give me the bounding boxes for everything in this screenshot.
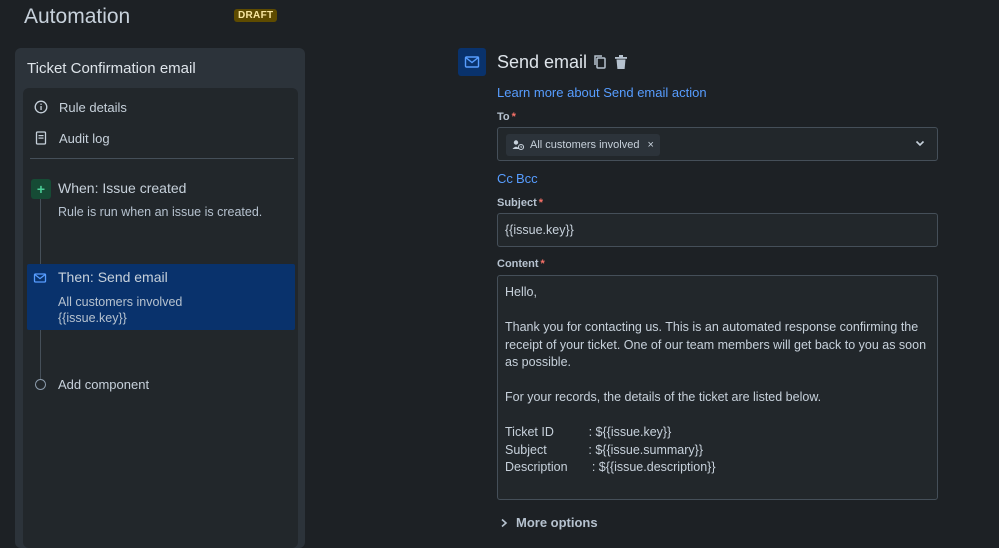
mail-icon bbox=[33, 271, 47, 285]
page-title: Automation bbox=[24, 5, 131, 28]
rule-details-label: Rule details bbox=[59, 99, 127, 115]
recipient-chip: All customers involved × bbox=[506, 134, 660, 156]
to-label: To * bbox=[497, 111, 516, 123]
trigger-title[interactable]: When: Issue created bbox=[58, 180, 186, 196]
cc-link[interactable]: Cc bbox=[497, 171, 513, 186]
action-line1: All customers involved bbox=[58, 295, 183, 309]
learn-more-link[interactable]: Learn more about Send email action bbox=[497, 85, 707, 100]
more-options-button[interactable]: More options bbox=[500, 515, 598, 530]
document-icon bbox=[33, 130, 49, 146]
users-icon bbox=[512, 140, 524, 151]
email-title: Send email bbox=[497, 52, 588, 72]
timeline-line bbox=[40, 199, 41, 264]
copy-icon[interactable] bbox=[592, 53, 608, 71]
mail-icon bbox=[458, 48, 486, 76]
action-title: Then: Send email bbox=[58, 269, 168, 285]
chevron-down-icon[interactable] bbox=[914, 137, 926, 152]
content-textarea[interactable]: Hello, Thank you for contacting us. This… bbox=[497, 275, 938, 500]
add-dot-icon bbox=[35, 379, 46, 390]
rule-details-item[interactable]: Rule details bbox=[33, 96, 273, 118]
subject-label: Subject * bbox=[497, 197, 544, 209]
audit-log-label: Audit log bbox=[59, 130, 110, 146]
add-component-button[interactable]: Add component bbox=[58, 377, 149, 392]
rule-name: Ticket Confirmation email bbox=[27, 60, 196, 77]
trash-icon[interactable] bbox=[613, 53, 629, 71]
status-badge: DRAFT bbox=[234, 9, 278, 22]
audit-log-item[interactable]: Audit log bbox=[33, 127, 273, 149]
timeline-line bbox=[40, 330, 41, 380]
remove-chip-icon[interactable]: × bbox=[647, 139, 653, 151]
trigger-subtitle: Rule is run when an issue is created. bbox=[58, 205, 263, 219]
info-icon bbox=[33, 99, 49, 115]
subject-input[interactable]: {{issue.key}} bbox=[497, 213, 938, 247]
recipient-chip-label: All customers involved bbox=[530, 139, 640, 151]
plus-icon: + bbox=[31, 179, 51, 199]
chevron-right-icon bbox=[501, 518, 508, 527]
action-line2: {{issue.key}} bbox=[58, 311, 127, 325]
more-options-label: More options bbox=[516, 515, 598, 530]
divider bbox=[30, 158, 294, 159]
content-label: Content * bbox=[497, 258, 545, 270]
bcc-link[interactable]: Bcc bbox=[516, 171, 538, 186]
